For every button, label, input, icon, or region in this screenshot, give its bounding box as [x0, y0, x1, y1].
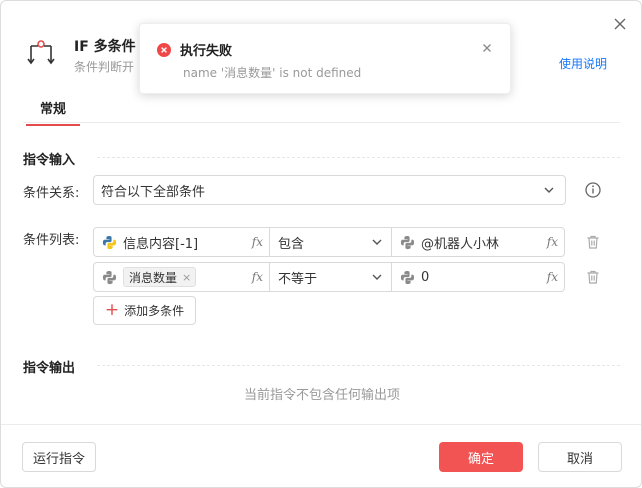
fx-icon[interactable]: fx	[547, 235, 558, 249]
fx-icon[interactable]: fx	[252, 270, 263, 284]
variable-tag: 消息数量 ×	[123, 267, 197, 287]
chevron-down-icon	[372, 239, 382, 245]
condition-operator-value: 不等于	[278, 271, 318, 287]
dialog-title: IF 多条件	[74, 39, 136, 55]
condition-relation-value: 符合以下全部条件	[101, 184, 206, 200]
dialog-close-button[interactable]	[610, 14, 630, 34]
cancel-button[interactable]: 取消	[538, 442, 622, 472]
section-title-input: 指令输入	[23, 153, 76, 168]
python-icon	[102, 235, 117, 249]
toast-message: name '消息数量' is not defined	[183, 66, 362, 80]
close-icon	[614, 18, 626, 30]
condition-relation-label: 条件关系:	[23, 186, 80, 201]
error-icon	[157, 43, 171, 57]
condition-left-input[interactable]: 消息数量 × fx	[94, 263, 270, 291]
python-icon	[102, 270, 117, 284]
delete-condition-icon[interactable]	[585, 234, 601, 250]
condition-left-input[interactable]: 信息内容[-1] fx	[94, 228, 270, 256]
info-icon[interactable]	[584, 181, 602, 199]
condition-operator-select[interactable]: 不等于	[270, 263, 392, 291]
footer-divider	[1, 424, 641, 425]
variable-tag-label: 消息数量	[129, 270, 178, 285]
chevron-down-icon	[544, 187, 554, 193]
python-icon	[400, 270, 415, 284]
python-icon	[400, 235, 415, 249]
plus-icon: +	[104, 300, 120, 320]
tabs-divider	[23, 122, 620, 123]
confirm-button[interactable]: 确定	[439, 442, 523, 472]
dialog-subtitle: 条件判断开	[74, 60, 135, 74]
tag-remove-icon[interactable]: ×	[182, 271, 191, 284]
condition-right-value: 0	[421, 269, 430, 285]
fx-icon[interactable]: fx	[252, 235, 263, 249]
condition-right-value: @机器人小林	[421, 236, 500, 252]
if-multi-condition-dialog: IF 多条件 条件判断开 使用说明 常规 指令输入 条件关系: 符合以下全部条件…	[0, 0, 642, 488]
output-empty-text: 当前指令不包含任何输出项	[243, 388, 400, 403]
run-command-button[interactable]: 运行指令	[22, 442, 96, 472]
condition-right-input[interactable]: 0 fx	[392, 263, 564, 291]
condition-operator-select[interactable]: 包含	[270, 228, 392, 256]
section-divider	[97, 365, 620, 366]
toast-close-icon[interactable]	[480, 41, 494, 55]
condition-left-tag-wrap: 消息数量 ×	[123, 267, 252, 287]
if-branch-icon	[27, 40, 55, 65]
error-toast: 执行失败 name '消息数量' is not defined	[139, 23, 511, 94]
condition-operator-value: 包含	[278, 236, 305, 252]
condition-right-input[interactable]: @机器人小林 fx	[392, 228, 564, 256]
condition-left-value: 信息内容[-1]	[123, 236, 199, 252]
section-title-output: 指令输出	[23, 361, 76, 376]
condition-list-label: 条件列表:	[23, 233, 80, 248]
toast-title: 执行失败	[180, 44, 233, 59]
condition-row: 消息数量 × fx 不等于 0 fx	[93, 262, 565, 292]
condition-row: 信息内容[-1] fx 包含 @机器人小林 fx	[93, 227, 565, 257]
help-link[interactable]: 使用说明	[559, 55, 607, 72]
chevron-down-icon	[372, 274, 382, 280]
fx-icon[interactable]: fx	[547, 270, 558, 284]
add-condition-label: 添加多条件	[124, 304, 185, 318]
section-divider	[97, 157, 620, 158]
condition-relation-select[interactable]: 符合以下全部条件	[93, 175, 566, 205]
add-condition-button[interactable]: + 添加多条件	[93, 296, 196, 325]
delete-condition-icon[interactable]	[585, 269, 601, 285]
